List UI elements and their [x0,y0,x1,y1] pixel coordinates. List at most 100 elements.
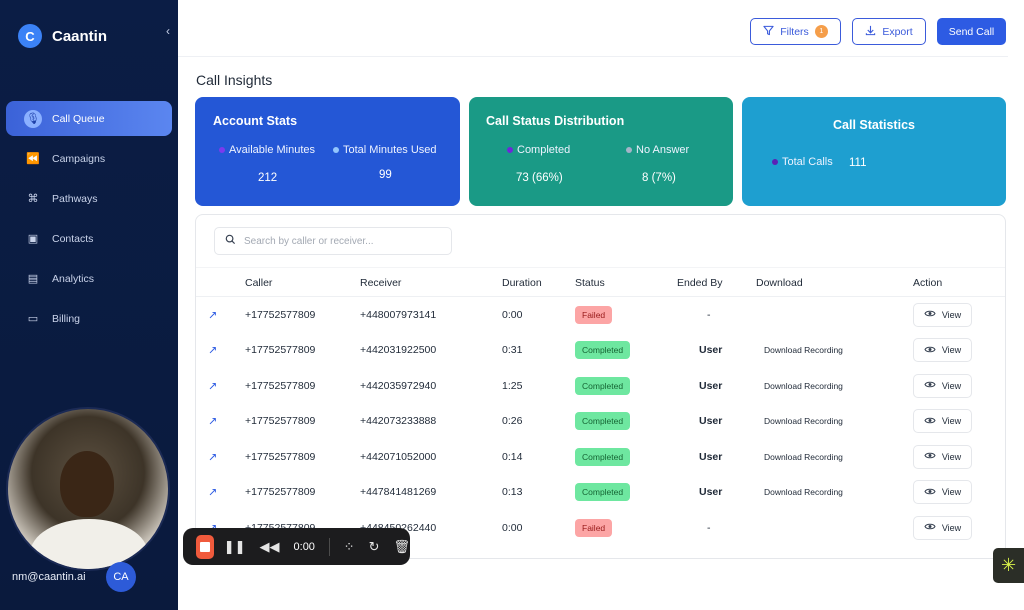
stat-label-text: Total Minutes Used [343,144,437,156]
total-calls-label: Total Calls [772,156,833,168]
sidebar-nav: 🎙 Call Queue ⏪ Campaigns ⌘ Pathways ▣ Co… [6,101,172,341]
stat-label-text: Completed [517,144,571,156]
total-calls-value: 111 [849,157,867,169]
caller-cell: +17752577809 [245,450,316,463]
view-button[interactable]: View [913,302,972,327]
sidebar-item-call-queue[interactable]: 🎙 Call Queue [6,101,172,136]
webcam-person-head [60,451,114,517]
receiver-cell: +448007973141 [360,308,437,321]
column-header-status[interactable]: Status [575,277,605,289]
view-label: View [941,416,962,427]
available-minutes-label: Available Minutes [219,144,315,156]
command-icon: ⌘ [27,193,39,205]
page-title: Call Insights [196,72,273,88]
column-header-receiver[interactable]: Receiver [360,277,401,289]
sidebar-item-label: Analytics [52,272,95,285]
download-recording-link[interactable]: Download Recording [764,452,843,462]
table-row[interactable]: ↗ +17752577809 +447841481269 0:13 Completed U… [196,475,1005,511]
status-badge: Failed [575,305,613,324]
rewind-icon[interactable]: ◀◀ [260,539,280,555]
account-stats-card: Account Stats Available Minutes 212 Tota… [195,97,460,206]
table-row[interactable]: ↗ +17752577809 +442035972940 1:25 Completed U… [196,368,1005,404]
view-button[interactable]: View [913,444,972,469]
outgoing-call-icon: ↗ [208,309,218,322]
caller-cell: +17752577809 [245,344,316,357]
ended-by-cell: User [699,450,723,463]
search-input[interactable] [244,235,434,247]
ended-by-cell: - [707,521,711,534]
assistant-widget-icon[interactable]: ✳ [993,548,1024,583]
total-minutes-used-value: 99 [379,169,392,181]
available-minutes-value: 212 [258,172,278,184]
call-statistics-card: Call Statistics Total Calls 111 [742,97,1006,206]
legend-dot-icon [219,147,225,153]
receiver-cell: +447841481269 [360,486,437,499]
eye-icon [924,487,936,498]
filters-button[interactable]: Filters 1 [750,18,841,45]
brand[interactable]: C Caantin [18,24,107,48]
export-label: Export [882,25,913,38]
view-label: View [941,522,962,533]
status-badge: Completed [575,447,631,466]
view-button[interactable]: View [913,338,972,363]
view-button[interactable]: View [913,480,972,505]
download-recording-link[interactable]: Download Recording [764,345,843,355]
sidebar-item-label: Contacts [52,232,94,245]
table-row[interactable]: ↗ +17752577809 +442071052000 0:14 Completed U… [196,439,1005,475]
download-recording-link[interactable]: Download Recording [764,487,843,497]
sidebar-item-analytics[interactable]: ▤ Analytics [6,261,172,296]
sidebar-item-campaigns[interactable]: ⏪ Campaigns [6,141,172,176]
column-header-duration[interactable]: Duration [502,277,542,289]
download-recording-link[interactable]: Download Recording [764,381,843,391]
rewind-icon: ⏪ [26,153,40,165]
stop-recording-button[interactable] [196,534,214,559]
search-icon [225,232,236,250]
caller-cell: +17752577809 [245,415,316,428]
send-call-button[interactable]: Send Call [937,18,1006,45]
outgoing-call-icon: ↗ [208,380,218,393]
status-badge: Failed [575,518,613,537]
pause-icon[interactable]: ❚❚ [224,539,246,555]
view-label: View [941,451,962,462]
view-button[interactable]: View [913,515,972,540]
column-header-action[interactable]: Action [913,277,942,289]
webcam-preview[interactable] [6,407,170,571]
table-row[interactable]: ↗ +17752577809 +442031922500 0:31 Completed U… [196,333,1005,369]
duration-cell: 0:31 [502,344,523,357]
column-header-download[interactable]: Download [756,277,803,289]
view-label: View [941,487,962,498]
call-log-panel: Caller Receiver Duration Status Ended By… [195,214,1006,559]
filters-label: Filters [780,25,809,38]
view-label: View [941,345,962,356]
sidebar-item-contacts[interactable]: ▣ Contacts [6,221,172,256]
eye-icon [924,522,936,533]
eye-icon [924,380,936,391]
sidebar-item-billing[interactable]: ▭ Billing [6,301,172,336]
grid-icon[interactable]: ⁘ [344,539,355,555]
ended-by-cell: User [699,415,723,428]
receiver-cell: +442031922500 [360,344,437,357]
table-row[interactable]: ↗ +17752577809 +448007973141 0:00 Failed - Vie… [196,297,1005,333]
duration-cell: 0:00 [502,521,523,534]
view-button[interactable]: View [913,373,972,398]
column-header-ended-by[interactable]: Ended By [677,277,723,289]
status-badge: Completed [575,412,631,431]
column-header-caller[interactable]: Caller [245,277,272,289]
avatar[interactable]: CA [106,562,136,592]
sidebar-item-label: Call Queue [52,112,105,125]
sidebar-item-pathways[interactable]: ⌘ Pathways [6,181,172,216]
view-button[interactable]: View [913,409,972,434]
download-recording-link[interactable]: Download Recording [764,416,843,426]
table-row[interactable]: ↗ +17752577809 +442073233888 0:26 Completed U… [196,404,1005,440]
outgoing-call-icon: ↗ [208,415,218,428]
collapse-sidebar-icon[interactable]: ‹ [166,24,170,38]
duration-cell: 0:13 [502,486,523,499]
trash-icon[interactable]: 🗑 [393,539,410,555]
export-button[interactable]: Export [852,18,926,45]
card-title: Call Statistics [833,118,915,132]
recording-time: 0:00 [293,540,315,553]
toolbar-divider [328,537,330,556]
search-box[interactable] [214,227,452,255]
restart-icon[interactable]: ↻ [369,539,380,555]
legend-dot-icon [507,147,513,153]
